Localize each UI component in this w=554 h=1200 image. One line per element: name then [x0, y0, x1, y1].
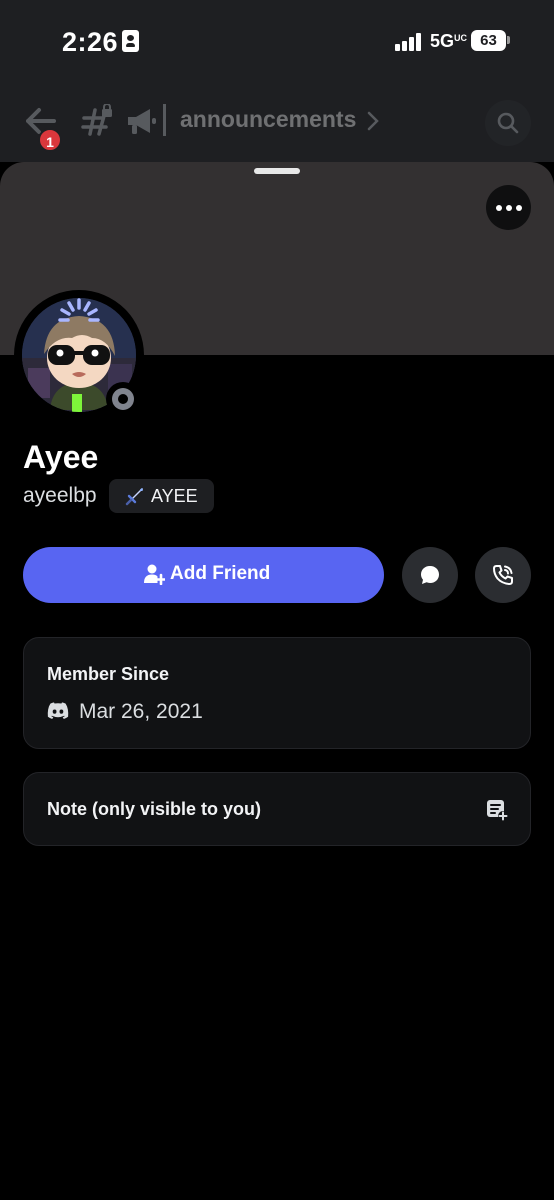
contact-card-icon: [122, 30, 139, 52]
channel-bar: announcements: [0, 96, 554, 148]
server-tag-label: AYEE: [151, 486, 198, 506]
add-friend-icon: [144, 564, 165, 585]
sheet-drag-handle[interactable]: [254, 168, 300, 174]
unread-badge: 1: [38, 128, 62, 152]
more-options-button[interactable]: [486, 185, 531, 230]
hashtag-lock-icon: [81, 104, 112, 136]
member-since-date: Mar 26, 2021: [79, 700, 203, 723]
search-button[interactable]: [485, 100, 531, 146]
channel-name[interactable]: announcements: [180, 106, 356, 133]
note-label: Note (only visible to you): [47, 799, 262, 819]
status-time: 2:26: [62, 27, 119, 57]
display-name: Ayee: [23, 439, 99, 475]
signal-icon: [395, 33, 423, 51]
battery-tip: [507, 36, 510, 44]
phone-icon: [493, 565, 513, 585]
profile-sheet: Ayee ayeelbp AYEE Add Friend Member Sinc…: [0, 162, 554, 1200]
avatar-frame: [14, 290, 144, 420]
screen: 2:26 5GUC 63 announcements 1 Ayee ayeelb…: [0, 0, 554, 1200]
note-add-icon[interactable]: [486, 799, 508, 821]
status-bar: 2:26 5GUC 63: [0, 0, 554, 84]
member-since-card: Member Since Mar 26, 2021: [23, 637, 531, 749]
note-card[interactable]: Note (only visible to you): [23, 772, 531, 846]
discord-icon: [47, 702, 69, 719]
username[interactable]: ayeelbp: [23, 484, 97, 508]
offline-status-icon: [106, 382, 140, 416]
call-button[interactable]: [475, 547, 531, 603]
network-label: 5GUC: [430, 31, 468, 51]
chat-bubble-icon: [421, 566, 439, 584]
more-icon: [496, 205, 502, 211]
add-friend-label: Add Friend: [170, 563, 271, 584]
search-icon: [497, 112, 519, 134]
message-button[interactable]: [402, 547, 458, 603]
megaphone-icon: [128, 109, 156, 134]
member-since-title: Member Since: [47, 664, 170, 684]
header-separator: [163, 104, 166, 136]
chevron-right-icon: [367, 111, 379, 131]
background-header: 2:26 5GUC 63 announcements 1: [0, 0, 554, 162]
server-tag[interactable]: AYEE: [109, 479, 214, 513]
battery-icon: 63: [471, 30, 506, 51]
add-friend-button[interactable]: Add Friend: [23, 547, 384, 603]
sword-icon: [125, 488, 143, 506]
